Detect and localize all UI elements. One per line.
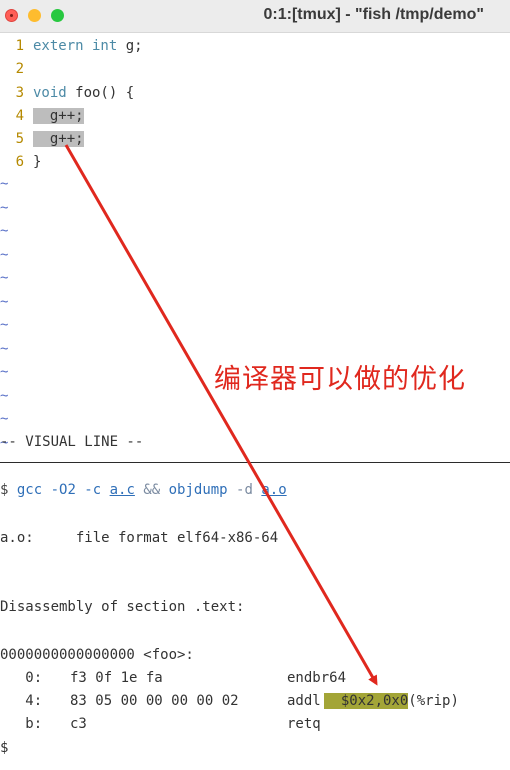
selected-code: g++; <box>33 108 84 124</box>
instruction-bytes: c3 <box>70 716 87 732</box>
keyword-token: void <box>33 85 67 101</box>
code-text: } <box>33 152 41 172</box>
selected-code: g++; <box>33 131 84 147</box>
highlighted-operand: $0x2,0x0 <box>324 693 409 709</box>
instruction-mnemonic: retq <box>287 716 321 732</box>
code-text: void foo() { <box>33 83 134 103</box>
symbol-line: 0000000000000000 <foo>: <box>0 647 194 663</box>
instruction-address: 0: <box>0 670 43 686</box>
end-prompt[interactable]: $ <box>0 740 8 756</box>
annotation-label: 编译器可以做的优化 <box>214 364 466 395</box>
file-format-line: a.o: file format elf64-x86-64 <box>0 530 279 546</box>
line-number: 5 <box>15 131 24 147</box>
close-window-button[interactable] <box>5 9 18 22</box>
empty-line-tilde: ~ <box>0 246 9 263</box>
line-number: 3 <box>15 85 24 101</box>
empty-line-tilde: ~ <box>0 340 9 357</box>
cmd-file-a-o: a.o <box>261 482 287 498</box>
code-token: g; <box>117 38 143 54</box>
line-number: 6 <box>15 154 24 170</box>
title-bar: 0:1:[tmux] - "fish /tmp/demo" <box>0 0 510 33</box>
code-text: g++; <box>33 129 84 149</box>
empty-line-tilde: ~ <box>0 270 9 286</box>
cmd-file-a-c: a.c <box>109 482 135 498</box>
empty-line-tilde: ~ <box>0 199 9 216</box>
line-number: 4 <box>15 108 24 124</box>
empty-line-tilde: ~ <box>0 387 9 404</box>
disassembly-header: Disassembly of section .text: <box>0 599 245 615</box>
instruction-bytes: 83 05 00 00 00 00 02 <box>70 693 239 709</box>
empty-line-tilde: ~ <box>0 317 9 333</box>
empty-line-tilde: ~ <box>0 411 9 427</box>
tmux-pane-divider[interactable] <box>0 462 510 463</box>
cmd-flag-d: -d <box>227 482 262 498</box>
line-number: 2 <box>15 61 24 77</box>
vim-mode-status: -- VISUAL LINE -- <box>0 434 144 450</box>
line-number: 1 <box>15 38 24 54</box>
instruction-address: 4: <box>0 693 43 709</box>
code-text: extern int g; <box>33 36 143 56</box>
empty-line-tilde: ~ <box>0 176 9 192</box>
minimize-window-button[interactable] <box>28 9 41 22</box>
empty-line-tilde: ~ <box>0 223 9 239</box>
zoom-window-button[interactable] <box>51 9 64 22</box>
code-token: } <box>33 154 42 170</box>
instruction-bytes: f3 0f 1e fa <box>70 670 163 686</box>
keyword-token: extern int <box>33 38 118 54</box>
cmd-and: && <box>134 482 169 498</box>
cmd-gcc: gcc <box>16 482 43 498</box>
empty-line-tilde: ~ <box>0 293 9 310</box>
window-title: 0:1:[tmux] - "fish /tmp/demo" <box>263 6 484 23</box>
empty-line-tilde: ~ <box>0 364 9 380</box>
instruction-address: b: <box>0 716 43 732</box>
instruction-operand: $0x2,0x0(%rip) <box>324 693 459 709</box>
operand-rest: (%rip) <box>408 693 459 709</box>
command-line: $ gcc -O2 -c a.c && objdump -d a.o <box>0 482 287 498</box>
instruction-mnemonic: endbr64 <box>287 670 347 686</box>
code-text: g++; <box>33 106 84 126</box>
cmd-flags: -O2 -c <box>42 482 110 498</box>
code-token: foo() { <box>66 85 135 101</box>
prompt-symbol: $ <box>0 482 17 498</box>
instruction-mnemonic: addl <box>287 693 321 709</box>
cmd-objdump: objdump <box>168 482 228 498</box>
